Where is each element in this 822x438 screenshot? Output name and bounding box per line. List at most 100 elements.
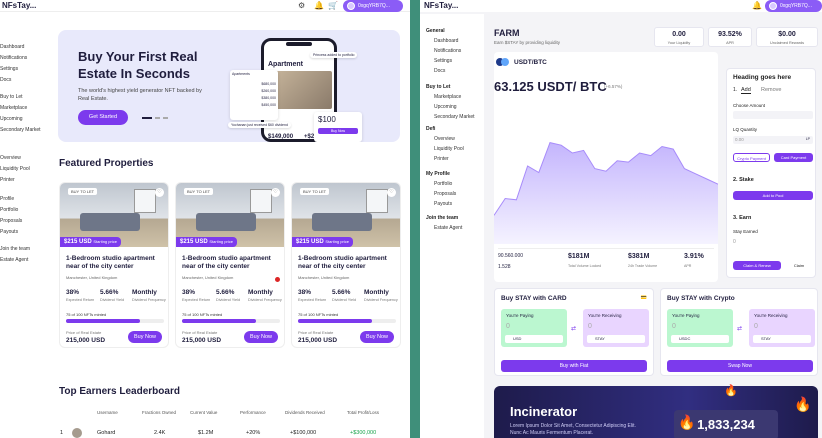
sidebar-item-marketplace[interactable]: Marketplace (434, 94, 461, 100)
receiving-value[interactable]: 0 (754, 323, 758, 330)
currency-select[interactable]: USD (505, 335, 563, 343)
sidebar-item-portfolio[interactable]: Portfolio (0, 207, 18, 213)
stat-value: 5.66% (332, 289, 351, 296)
property-card[interactable]: BUY TO LET ♡ $215 USD Starting price 1-B… (175, 182, 285, 348)
currency-select[interactable]: USDC (671, 335, 729, 343)
logo[interactable]: NFsTay... (2, 1, 36, 10)
sidebar-item-estate-agent[interactable]: Estate Agent (434, 225, 462, 231)
sidebar-item-proposals[interactable]: Proposals (434, 191, 456, 197)
bell-icon[interactable]: 🔔 (314, 1, 324, 10)
hero-subtitle: The world's highest yield generator NFT … (78, 88, 202, 102)
sidebar-item-liquidity-pool[interactable]: Liquidity Pool (0, 166, 30, 172)
receiving-value[interactable]: 0 (588, 323, 592, 330)
carousel-dot[interactable] (142, 117, 152, 119)
buy-now-button[interactable]: Buy Now (360, 331, 394, 343)
buy-card-panel: Buy STAY with CARD 💳 You're Paying 0 USD… (494, 288, 654, 376)
carousel-dot[interactable] (163, 117, 168, 119)
sidebar-item-payouts[interactable]: Payouts (434, 201, 452, 207)
sidebar-item-dashboard[interactable]: Dashboard (0, 44, 24, 50)
sidebar-item-upcoming[interactable]: Upcoming (434, 104, 457, 110)
stay-earned-label: Stay Earned (733, 229, 758, 234)
sidebar-item-overview[interactable]: Overview (434, 136, 455, 142)
token-select[interactable]: STAY (587, 335, 645, 343)
paying-box: You're Paying 0 USDC (667, 309, 733, 347)
property-card[interactable]: BUY TO LET ♡ $215 USD Starting price 1-B… (59, 182, 169, 348)
lq-input[interactable]: 0.00 LP (733, 136, 813, 144)
swap-icon[interactable]: ⇄ (737, 325, 742, 332)
kpi-value: 0.00 (672, 31, 686, 38)
avatar (72, 428, 82, 438)
sidebar-item-overview[interactable]: Overview (0, 155, 21, 161)
user-pill[interactable]: 0xgqYRB7Q... (765, 0, 822, 12)
paying-value[interactable]: 0 (506, 323, 510, 330)
sidebar-head-buy-to-let: Buy to Let (426, 84, 451, 90)
swap-icon[interactable]: ⇄ (571, 325, 576, 332)
sidebar-item-estate-agent[interactable]: Estate Agent (0, 257, 28, 263)
card-payment-button[interactable]: Card Payment (774, 153, 813, 162)
heart-icon[interactable]: ♡ (155, 188, 164, 197)
get-started-button[interactable]: Get Started (78, 110, 128, 125)
sidebar-item-liquidity-pool[interactable]: Liquidity Pool (434, 146, 464, 152)
stat-label: Dividend Yield (100, 298, 125, 302)
real-estate-price-label: Price of Real Estate (182, 330, 218, 335)
sidebar-item-payouts[interactable]: Payouts (0, 229, 18, 235)
stat-label: 24h Trade Volume (628, 264, 658, 268)
sidebar-item-printer[interactable]: Printer (434, 156, 449, 162)
claim-button[interactable]: Claim (785, 261, 813, 270)
tab-remove[interactable]: Remove (761, 87, 781, 93)
col-username: Username (97, 410, 118, 415)
sidebar-item-docs[interactable]: Docs (434, 68, 445, 74)
sidebar-item-printer[interactable]: Printer (0, 177, 15, 183)
property-title[interactable]: 1-Bedroom studio apartment near of the c… (66, 255, 166, 271)
sidebar-item-notifications[interactable]: Notifications (0, 55, 27, 61)
cart-icon[interactable]: 🛒 (328, 1, 338, 10)
price-note: Starting price (93, 239, 117, 244)
heart-icon[interactable]: ♡ (387, 188, 396, 197)
buy-with-fiat-button[interactable]: Buy with Fiat (501, 360, 647, 372)
sidebar-item-secondary-market[interactable]: Secondary Market (0, 127, 41, 133)
sidebar-head-general: General (426, 28, 445, 34)
sidebar-item-notifications[interactable]: Notifications (434, 48, 461, 54)
crypto-payment-button[interactable]: Crypto Payment (733, 153, 770, 162)
phone-buy-button[interactable]: Buy Now (318, 128, 358, 134)
sidebar-item-settings[interactable]: Settings (434, 58, 452, 64)
property-title[interactable]: 1-Bedroom studio apartment near of the c… (298, 255, 398, 271)
user-pill[interactable]: 0xgqYRB7Q... (343, 0, 403, 12)
mint-progress-fill (66, 319, 140, 323)
price-value: 63.125 USDT/ BTC (494, 79, 607, 94)
right-window: NFsTay... 🔔 0xgqYRB7Q... General Dashboa… (420, 0, 822, 438)
logo[interactable]: NFsTay... (424, 1, 458, 10)
sidebar-item-portfolio[interactable]: Portfolio (434, 181, 452, 187)
sidebar-item-docs[interactable]: Docs (0, 77, 11, 83)
sidebar-item-dashboard[interactable]: Dashboard (434, 38, 458, 44)
stay-earned-value: 0 (733, 239, 736, 245)
carousel-dot[interactable] (155, 117, 160, 119)
price-card: $100 Buy Now (314, 112, 362, 142)
token-select[interactable]: STAY (753, 335, 811, 343)
paying-label: You're Paying (672, 313, 700, 318)
property-title[interactable]: 1-Bedroom studio apartment near of the c… (182, 255, 282, 271)
bell-icon[interactable]: 🔔 (752, 1, 762, 10)
sidebar-item-proposals[interactable]: Proposals (0, 218, 22, 224)
paying-value[interactable]: 0 (672, 323, 676, 330)
stat-value: Monthly (248, 289, 273, 296)
settings-icon[interactable]: ⚙ (298, 1, 305, 10)
add-to-pool-button[interactable]: Add to Pool (733, 191, 813, 200)
heart-icon[interactable]: ♡ (271, 188, 280, 197)
sidebar-item-secondary-market[interactable]: Secondary Market (434, 114, 475, 120)
swap-now-button[interactable]: Swap Now (667, 360, 813, 372)
claim-renew-button[interactable]: Claim & Renew (733, 261, 781, 270)
price-change: (+6.57%) (604, 84, 623, 89)
property-card[interactable]: BUY TO LET ♡ $215 USD Starting price 1-B… (291, 182, 401, 348)
kpi-label: APR (726, 41, 734, 45)
buy-now-button[interactable]: Buy Now (128, 331, 162, 343)
sidebar-item-upcoming[interactable]: Upcoming (0, 116, 23, 122)
tab-add[interactable]: Add (741, 87, 751, 94)
receiving-label: You're Receiving (588, 313, 622, 318)
amount-input[interactable] (733, 111, 813, 119)
listing-card: Apartments $680,000 $260,000 $380,000 $4… (230, 70, 278, 120)
sidebar-item-marketplace[interactable]: Marketplace (0, 105, 27, 111)
buy-now-button[interactable]: Buy Now (244, 331, 278, 343)
sidebar-item-settings[interactable]: Settings (0, 66, 18, 72)
stat-label: Expected Return (182, 298, 211, 302)
